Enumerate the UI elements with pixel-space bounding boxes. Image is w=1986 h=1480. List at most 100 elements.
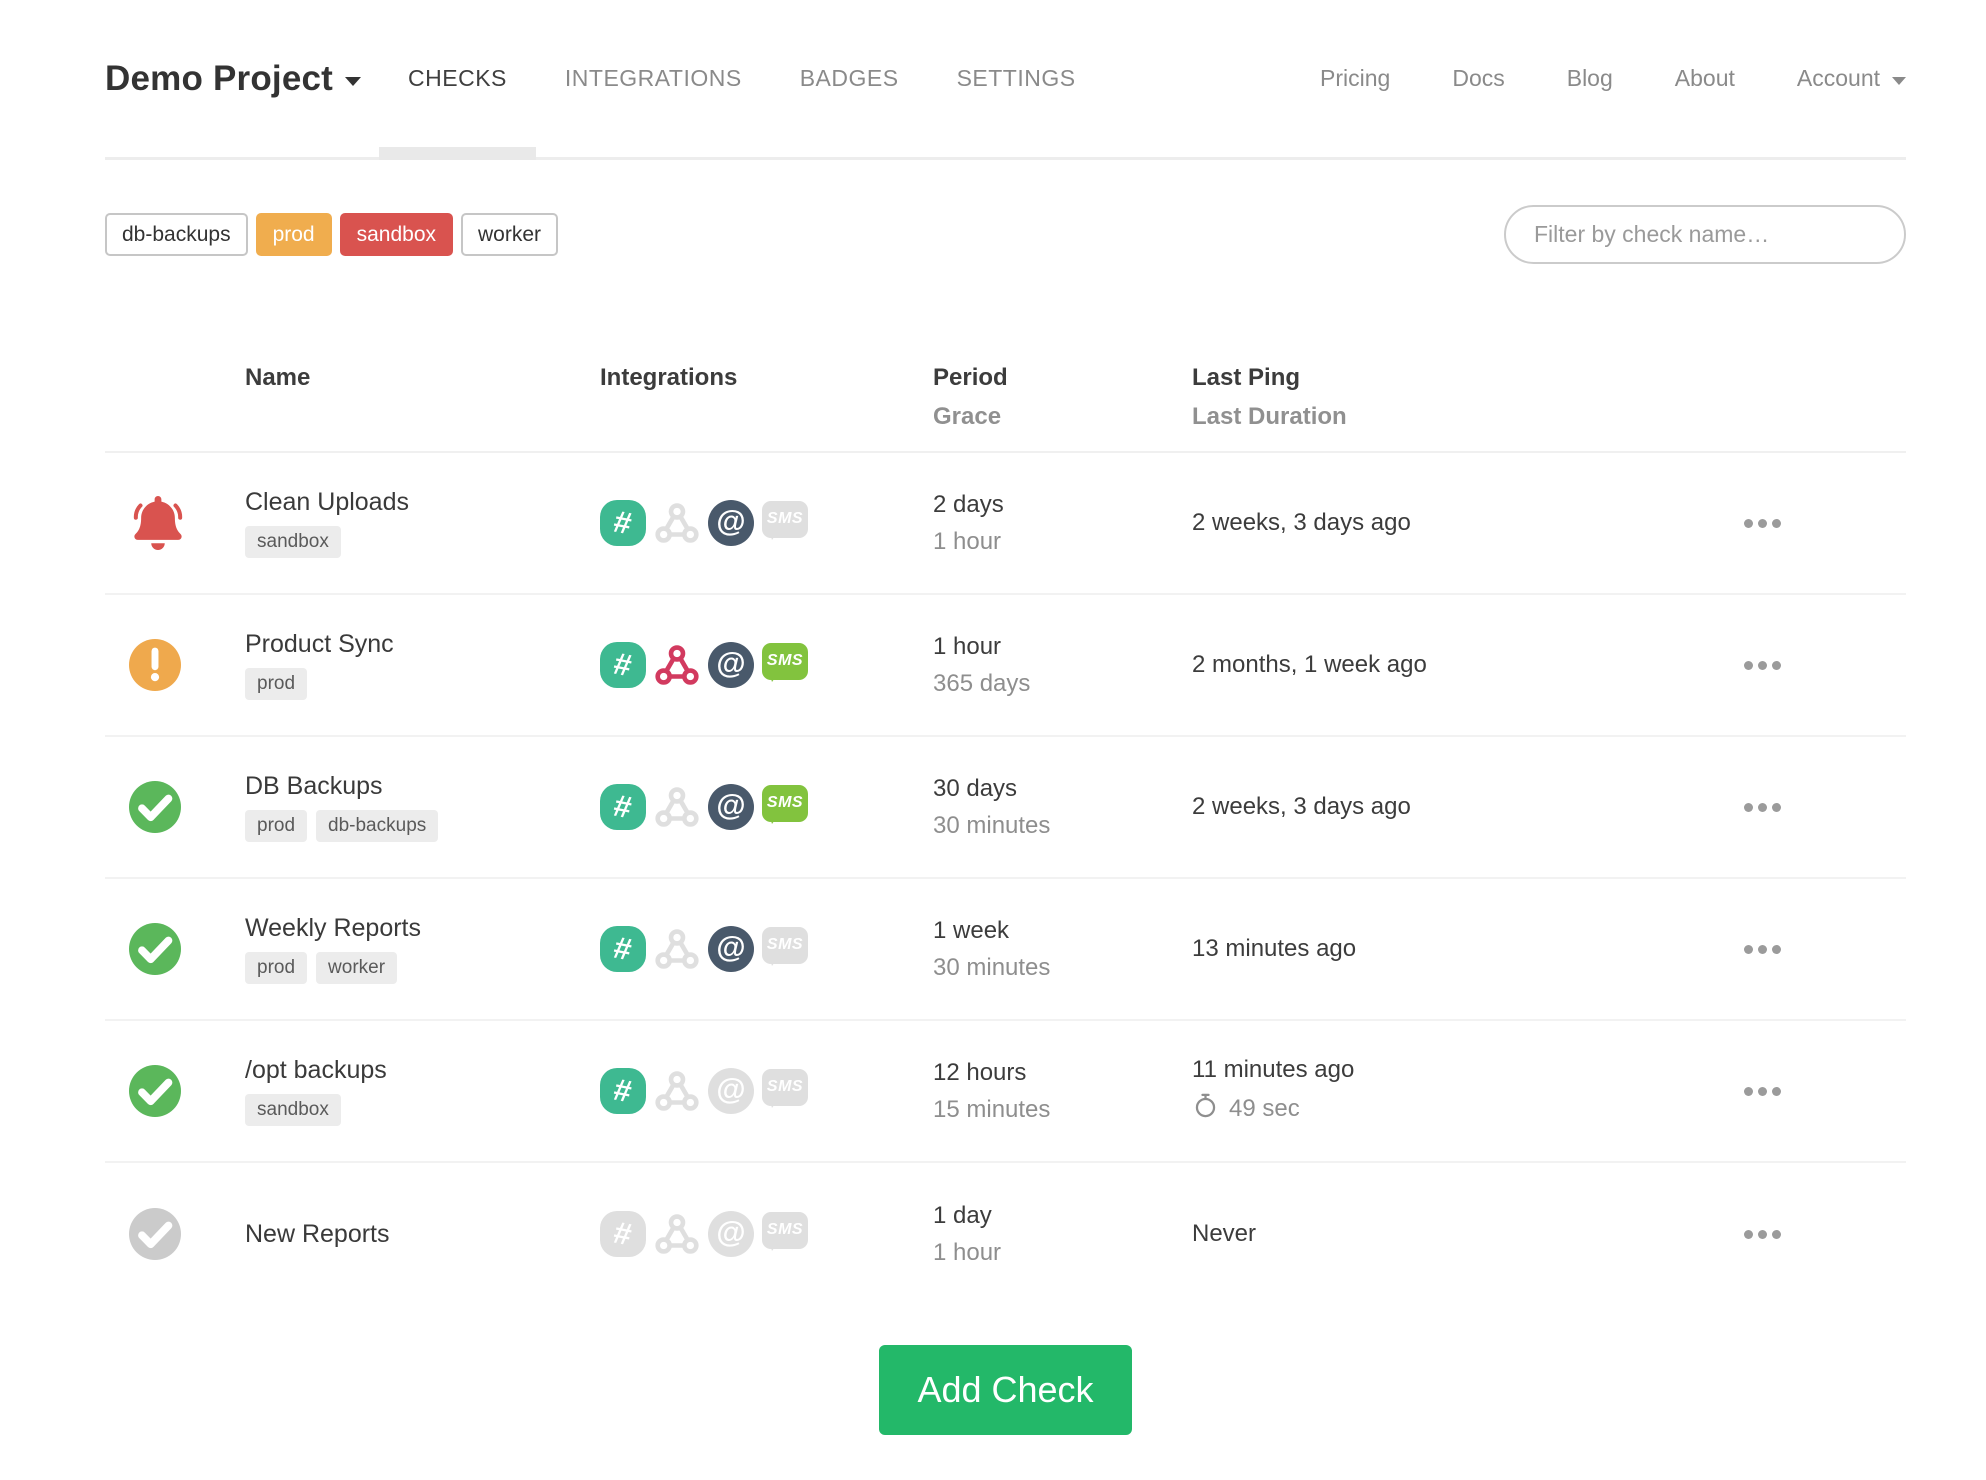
email-icon[interactable]: @	[708, 500, 754, 546]
nav-link-pricing[interactable]: Pricing	[1320, 65, 1390, 92]
col-header-last-duration: Last Duration	[1192, 403, 1347, 430]
grace-value: 30 minutes	[933, 811, 1051, 839]
top-nav: Demo Project CHECKS INTEGRATIONS BADGES …	[105, 0, 1906, 160]
check-name[interactable]: Clean Uploads	[245, 488, 600, 517]
filter-tag-prod[interactable]: prod	[255, 213, 332, 256]
sms-icon[interactable]: SMS	[762, 1211, 808, 1251]
account-menu[interactable]: Account	[1797, 65, 1906, 92]
last-ping-cell: 13 minutes ago	[1192, 935, 1706, 963]
email-icon[interactable]: @	[708, 926, 754, 972]
tab-settings[interactable]: SETTINGS	[928, 0, 1105, 157]
row-menu-button[interactable]	[1740, 1220, 1785, 1249]
webhook-icon[interactable]	[654, 500, 700, 546]
name-cell: /opt backups sandbox	[245, 1056, 600, 1126]
period-cell: 1 week 30 minutes	[933, 917, 1192, 982]
last-ping-cell: Never	[1192, 1220, 1706, 1248]
check-tag: prod	[245, 668, 308, 700]
col-header-period: Period	[933, 364, 1008, 391]
check-tags: prod worker	[245, 952, 600, 984]
slack-icon[interactable]: #	[600, 500, 646, 546]
check-name[interactable]: Weekly Reports	[245, 914, 600, 943]
menu-cell	[1706, 935, 1906, 964]
slack-icon[interactable]: #	[600, 926, 646, 972]
check-name[interactable]: /opt backups	[245, 1056, 600, 1085]
check-tags: sandbox	[245, 1094, 600, 1126]
check-name[interactable]: New Reports	[245, 1220, 600, 1249]
check-tag: prod	[245, 952, 308, 984]
check-tags: prod	[245, 668, 600, 700]
sms-icon[interactable]: SMS	[762, 1068, 808, 1108]
col-header-last-ping: Last Ping	[1192, 364, 1301, 391]
col-header-name: Name	[245, 364, 311, 391]
grace-value: 365 days	[933, 669, 1031, 697]
last-ping-cell: 2 weeks, 3 days ago	[1192, 509, 1706, 537]
filter-tag-worker[interactable]: worker	[461, 213, 559, 256]
alert-bell-icon	[129, 496, 187, 550]
table-row: Clean Uploads sandbox # @ SMS 2 days 1 h…	[105, 453, 1906, 595]
check-tags: prod db-backups	[245, 810, 600, 842]
status-cell	[105, 639, 245, 691]
row-menu-button[interactable]	[1740, 651, 1785, 680]
tab-checks[interactable]: CHECKS	[379, 0, 536, 160]
period-value: 1 week	[933, 916, 1010, 944]
email-icon[interactable]: @	[708, 642, 754, 688]
check-tag: sandbox	[245, 526, 341, 558]
tab-badges[interactable]: BADGES	[771, 0, 928, 157]
integrations-cell: # @ SMS	[600, 784, 933, 830]
row-menu-button[interactable]	[1740, 935, 1785, 964]
project-switcher[interactable]: Demo Project	[105, 58, 362, 99]
webhook-icon[interactable]	[654, 784, 700, 830]
last-duration: 49 sec	[1192, 1092, 1706, 1126]
last-ping-value: 13 minutes ago	[1192, 935, 1357, 962]
sms-icon[interactable]: SMS	[762, 642, 808, 682]
row-menu-button[interactable]	[1740, 1077, 1785, 1106]
row-menu-button[interactable]	[1740, 509, 1785, 538]
ok-status-icon	[129, 1065, 181, 1117]
period-value: 1 day	[933, 1201, 992, 1229]
status-cell	[105, 1208, 245, 1260]
slack-icon[interactable]: #	[600, 784, 646, 830]
webhook-icon[interactable]	[654, 926, 700, 972]
nav-link-about[interactable]: About	[1675, 65, 1735, 92]
email-icon[interactable]: @	[708, 1211, 754, 1257]
webhook-icon[interactable]	[654, 1211, 700, 1257]
tab-integrations[interactable]: INTEGRATIONS	[536, 0, 771, 157]
menu-cell	[1706, 793, 1906, 822]
status-cell	[105, 496, 245, 550]
col-header-grace: Grace	[933, 403, 1002, 430]
sms-icon[interactable]: SMS	[762, 500, 808, 540]
slack-icon[interactable]: #	[600, 1211, 646, 1257]
period-cell: 30 days 30 minutes	[933, 775, 1192, 840]
slack-icon[interactable]: #	[600, 1068, 646, 1114]
project-name: Demo Project	[105, 58, 334, 98]
row-menu-button[interactable]	[1740, 793, 1785, 822]
chevron-down-icon	[1892, 76, 1906, 85]
integrations-cell: # @ SMS	[600, 1068, 933, 1114]
email-icon[interactable]: @	[708, 784, 754, 830]
check-name[interactable]: DB Backups	[245, 772, 600, 801]
add-check-area: Add Check	[105, 1345, 1906, 1435]
webhook-icon[interactable]	[654, 1068, 700, 1114]
sms-icon[interactable]: SMS	[762, 926, 808, 966]
filter-tag-db-backups[interactable]: db-backups	[105, 213, 248, 256]
slack-icon[interactable]: #	[600, 642, 646, 688]
checks-page: Demo Project CHECKS INTEGRATIONS BADGES …	[0, 0, 1986, 1435]
check-tag: worker	[316, 952, 398, 984]
col-header-integrations: Integrations	[600, 364, 738, 391]
last-ping-value: 2 weeks, 3 days ago	[1192, 793, 1411, 820]
ok-status-icon	[129, 781, 181, 833]
integrations-cell: # @ SMS	[600, 926, 933, 972]
grace-value: 1 hour	[933, 1238, 1002, 1266]
webhook-icon[interactable]	[654, 642, 700, 688]
nav-link-blog[interactable]: Blog	[1567, 65, 1613, 92]
account-menu-label: Account	[1796, 65, 1880, 91]
email-icon[interactable]: @	[708, 1068, 754, 1114]
last-ping-value: 2 weeks, 3 days ago	[1192, 509, 1411, 536]
sms-icon[interactable]: SMS	[762, 784, 808, 824]
nav-link-docs[interactable]: Docs	[1452, 65, 1504, 92]
check-name-filter-input[interactable]	[1504, 205, 1906, 264]
filter-tag-sandbox[interactable]: sandbox	[339, 213, 454, 256]
period-value: 2 days	[933, 490, 1004, 518]
check-name[interactable]: Product Sync	[245, 630, 600, 659]
add-check-button[interactable]: Add Check	[879, 1345, 1132, 1435]
